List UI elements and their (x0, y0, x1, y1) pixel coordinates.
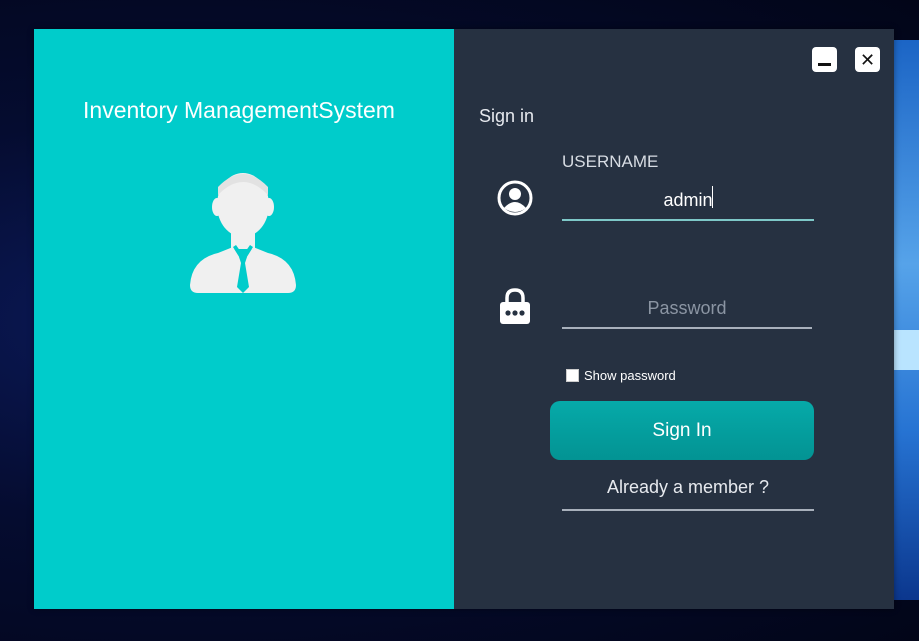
minimize-icon (818, 62, 831, 66)
brand-panel: Inventory ManagementSystem (34, 29, 454, 609)
user-circle-icon (497, 180, 533, 216)
username-label: USERNAME (562, 152, 659, 171)
login-dialog: Inventory ManagementSystem ✕ Sign in USE… (34, 29, 894, 609)
username-input[interactable] (562, 181, 814, 221)
app-title: Inventory ManagementSystem (83, 97, 395, 123)
signin-heading: Sign in (479, 106, 535, 126)
signin-panel: ✕ Sign in USERNAME Show password Sign In… (454, 29, 894, 609)
already-member-link[interactable]: Already a member ? (562, 477, 814, 511)
checkbox-box[interactable] (566, 369, 579, 382)
show-password-label: Show password (584, 368, 676, 383)
signin-button[interactable]: Sign In (550, 401, 814, 460)
close-icon: ✕ (859, 49, 876, 70)
padlock-icon (500, 288, 530, 324)
businessman-icon (190, 173, 296, 293)
password-input[interactable] (562, 289, 812, 329)
close-button[interactable]: ✕ (855, 47, 880, 72)
minimize-button[interactable] (812, 47, 837, 72)
show-password-checkbox[interactable]: Show password (566, 368, 676, 383)
text-cursor (712, 186, 713, 208)
